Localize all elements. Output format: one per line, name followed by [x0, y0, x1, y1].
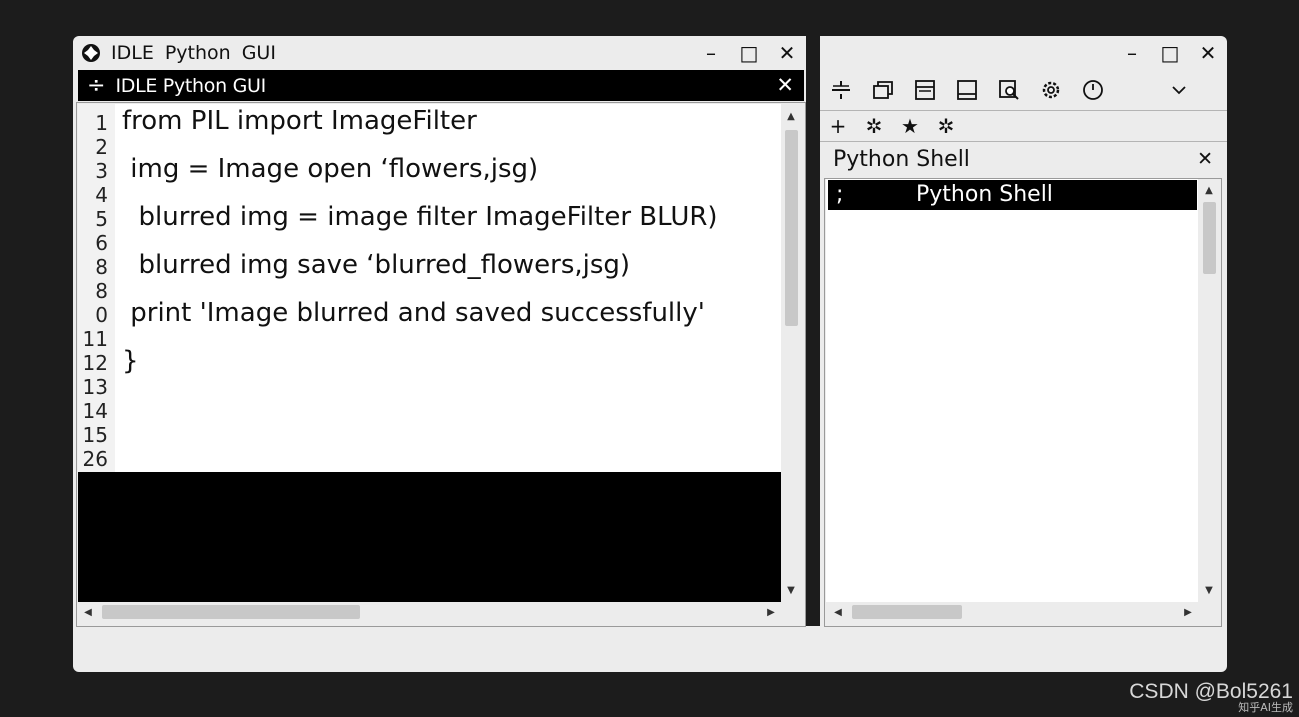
- idle-app-icon: [82, 44, 100, 62]
- menu-idle[interactable]: IDLE: [111, 42, 154, 64]
- scroll-right-icon[interactable]: ▶: [1180, 602, 1196, 622]
- scroll-thumb[interactable]: [785, 130, 798, 326]
- window-bottom-icon[interactable]: [946, 70, 988, 110]
- line-number: 13: [82, 375, 108, 399]
- menu-python[interactable]: Python: [165, 42, 231, 64]
- shell-close-icon[interactable]: ✕: [1197, 148, 1213, 170]
- code-line: img = Image open ‘flowers,jsg): [122, 154, 539, 184]
- editor-window-controls: – □ ✕: [692, 36, 806, 70]
- line-number: 5: [95, 207, 108, 231]
- line-number: 1: [95, 111, 108, 135]
- line-number: 12: [82, 351, 108, 375]
- scroll-down-icon[interactable]: ▼: [1200, 582, 1218, 598]
- scroll-thumb[interactable]: [102, 605, 360, 619]
- shell-toolbar: [820, 70, 1227, 110]
- scroll-down-icon[interactable]: ▼: [782, 582, 800, 598]
- clock-icon[interactable]: [1072, 70, 1114, 110]
- code-line: blurred img = image filter ImageFilter B…: [122, 202, 718, 232]
- star-icon[interactable]: ★: [892, 111, 928, 141]
- line-number: 26: [82, 447, 108, 471]
- minimize-button[interactable]: –: [692, 36, 730, 70]
- shell-window-controls: – □ ✕: [1113, 36, 1227, 70]
- line-number: 6: [95, 231, 108, 255]
- scroll-right-icon[interactable]: ▶: [763, 602, 779, 622]
- shell-prompt: ;: [836, 182, 844, 207]
- close-button[interactable]: ✕: [1189, 36, 1227, 70]
- main-window: IDLE Python GUI – □ ✕ ÷ IDLE Python GUI …: [73, 36, 1227, 672]
- line-number: 8: [95, 255, 108, 279]
- code-line: blurred img save ‘blurred_flowers,jsg): [122, 250, 631, 280]
- settings-icon[interactable]: ✲: [928, 111, 964, 141]
- menu-gui[interactable]: GUI: [242, 42, 276, 64]
- line-number: 0: [95, 303, 108, 327]
- maximize-button[interactable]: □: [1151, 36, 1189, 70]
- line-number: 8: [95, 279, 108, 303]
- line-number: 2: [95, 135, 108, 159]
- line-number: 14: [82, 399, 108, 423]
- shell-titlebar: – □ ✕: [820, 36, 1227, 70]
- minimize-button[interactable]: –: [1113, 36, 1151, 70]
- shell-secondary-toolbar: + ✲ ★ ✲: [820, 111, 1227, 141]
- editor-vertical-scrollbar[interactable]: ▲ ▼: [782, 106, 800, 602]
- line-number: 4: [95, 183, 108, 207]
- editor-horizontal-scrollbar[interactable]: ◀ ▶: [78, 602, 781, 622]
- line-number: 15: [82, 423, 108, 447]
- shell-horizontal-scrollbar[interactable]: ◀ ▶: [826, 602, 1220, 622]
- python-shell[interactable]: ; Python Shell: [826, 178, 1198, 602]
- search-window-icon[interactable]: [988, 70, 1030, 110]
- divide-icon: ÷: [87, 72, 106, 98]
- tab-close-icon[interactable]: ✕: [776, 73, 794, 97]
- line-number: 3: [95, 159, 108, 183]
- scroll-up-icon[interactable]: ▲: [1200, 182, 1218, 198]
- scroll-left-icon[interactable]: ◀: [830, 602, 846, 622]
- line-number: 11: [82, 327, 108, 351]
- scroll-thumb[interactable]: [852, 605, 962, 619]
- shell-vertical-scrollbar[interactable]: ▲ ▼: [1200, 180, 1218, 602]
- maximize-button[interactable]: □: [730, 36, 768, 70]
- window-divider: [806, 36, 820, 626]
- output-console[interactable]: [78, 472, 781, 602]
- shell-selected-row[interactable]: ; Python Shell: [828, 180, 1197, 210]
- scroll-up-icon[interactable]: ▲: [782, 108, 800, 124]
- editor-titlebar: IDLE Python GUI – □ ✕: [73, 36, 806, 70]
- scroll-thumb[interactable]: [1203, 202, 1216, 274]
- line-number-gutter: 1 2 3 4 5 6 8 8 0 11 12 13 14 15 26: [78, 104, 115, 472]
- windows-icon[interactable]: [862, 70, 904, 110]
- scroll-left-icon[interactable]: ◀: [80, 602, 96, 622]
- sun-icon[interactable]: ✲: [856, 111, 892, 141]
- shell-row-text: Python Shell: [916, 182, 1053, 207]
- chevron-down-icon[interactable]: [1158, 70, 1200, 110]
- code-line: from PIL import ImageFilter: [122, 106, 477, 136]
- document-tab-title: IDLE Python GUI: [115, 74, 266, 97]
- code-line: print 'Image blurred and saved successfu…: [122, 298, 705, 328]
- gear-icon[interactable]: [1030, 70, 1072, 110]
- panel-icon[interactable]: [904, 70, 946, 110]
- divide-icon[interactable]: [820, 70, 862, 110]
- watermark-sub: 知乎AI生成: [1238, 701, 1293, 714]
- plus-icon[interactable]: +: [820, 111, 856, 141]
- shell-panel-title: Python Shell: [833, 147, 970, 172]
- code-line: }: [122, 346, 139, 376]
- close-button[interactable]: ✕: [768, 36, 806, 70]
- code-editor[interactable]: 1 2 3 4 5 6 8 8 0 11 12 13 14 15 26 from…: [78, 104, 781, 472]
- document-tab[interactable]: ÷ IDLE Python GUI ✕: [78, 70, 804, 101]
- shell-panel-header: Python Shell ✕: [820, 142, 1227, 178]
